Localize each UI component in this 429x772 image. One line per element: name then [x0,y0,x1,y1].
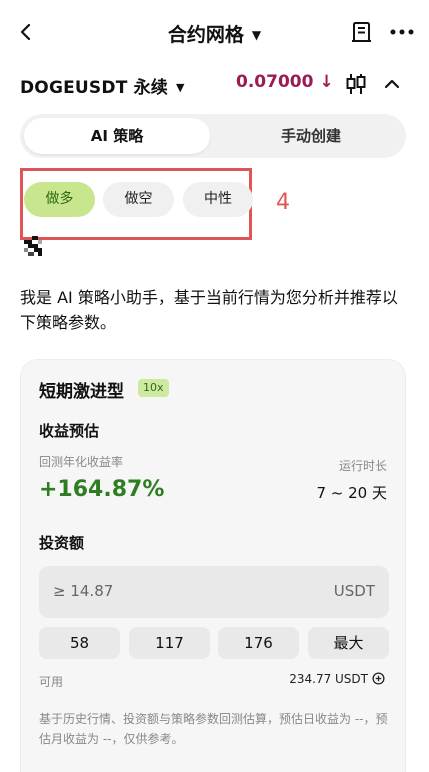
assistant-intro-text: 我是 AI 策略小助手，基于当前行情为您分析并推荐以下策略参数。 [20,288,398,332]
max-amount-button[interactable]: 最大 [308,627,389,659]
price-value: 0.07000 [236,72,314,92]
duration-label: 运行时长 [338,459,387,473]
pair-symbol: DOGEUSDT 永续 [20,78,169,98]
strategy-card: 短期激进型 10x 收益预估 回测年化收益率 运行时长 +164.87% 7 ~… [20,359,406,772]
strategy-tabs: AI 策略 手动创建 [20,114,406,158]
candlestick-icon[interactable] [344,72,368,96]
last-price: 0.07000 ↓ [236,72,334,92]
disclaimer-text: 基于历史行情、投资额与策略参数回测估算，预估日收益为 --，预估月收益为 --，… [39,712,388,746]
caret-down-icon: ▼ [176,81,185,94]
available-balance: 234.77 USDT [289,672,385,686]
available-label: 可用 [39,675,64,689]
chip-neutral[interactable]: 中性 [183,182,253,217]
document-icon[interactable] [350,20,374,44]
tab-ai-strategy[interactable]: AI 策略 [24,118,210,154]
page-title: 合约网格 [167,24,244,46]
amount-placeholder: ≥ 14.87 [53,582,114,600]
income-section-title: 收益预估 [39,422,100,440]
caret-down-icon: ▼ [251,28,262,42]
available-value: 234.77 USDT [289,672,368,686]
tab-manual-create[interactable]: 手动创建 [220,118,402,154]
price-down-arrow: ↓ [319,72,334,92]
quick-amount-button[interactable]: 58 [39,627,120,659]
quick-amount-button[interactable]: 117 [129,627,210,659]
invest-section-title: 投资额 [39,534,85,552]
chevron-up-icon[interactable] [382,74,402,94]
amount-unit: USDT [333,582,375,600]
yield-label: 回测年化收益率 [39,455,124,469]
chip-long[interactable]: 做多 [24,182,95,217]
strategy-title: 短期激进型 [39,382,124,402]
plus-circle-icon[interactable] [372,672,385,685]
quick-amount-button[interactable]: 176 [218,627,299,659]
top-bar: 合约网格 ▼ [0,0,429,64]
more-icon[interactable] [388,20,416,44]
pixel-avatar-icon [24,236,42,256]
duration-value: 7 ~ 20 天 [316,484,387,502]
direction-chip-group: 做多 做空 中性 [20,168,253,240]
investment-amount-input[interactable]: ≥ 14.87 USDT [39,566,389,618]
annotation-number: 4 [276,190,290,215]
leverage-badge: 10x [138,379,169,397]
pair-selector[interactable]: DOGEUSDT 永续 ▼ [20,73,185,98]
pair-bar: DOGEUSDT 永续 ▼ 0.07000 ↓ [0,66,429,102]
chip-short[interactable]: 做空 [103,182,174,217]
